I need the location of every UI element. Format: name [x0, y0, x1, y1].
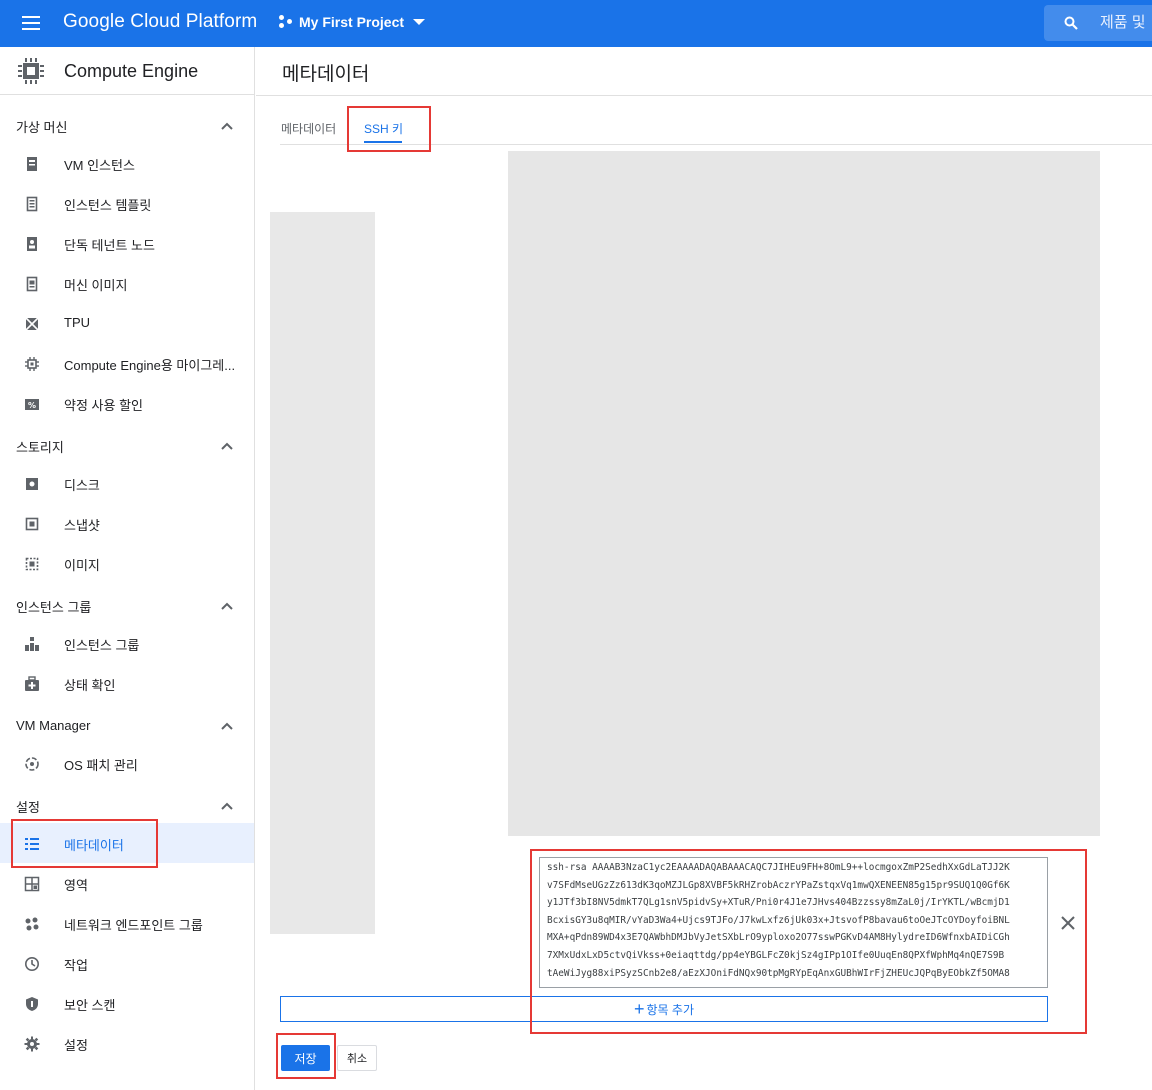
sidebar-item-images[interactable]: 이미지: [0, 543, 254, 583]
sidebar-item-label: 인스턴스 그룹: [64, 638, 140, 653]
sidebar-item-label: 머신 이미지: [64, 278, 128, 293]
tab-ssh-keys[interactable]: SSH 키: [364, 120, 403, 137]
discount-icon: %: [25, 399, 39, 410]
sidebar-item-label: OS 패치 관리: [64, 758, 138, 773]
sidebar: Compute Engine 가상 머신 VM 인스턴스 인스턴스 템플릿 단독…: [0, 47, 255, 1090]
add-item-button[interactable]: + 항목 추가: [280, 996, 1048, 1022]
vm-instance-icon: [27, 157, 37, 171]
sidebar-item-committed-use-discounts[interactable]: % 약정 사용 할인: [0, 383, 254, 423]
tab-divider: [280, 144, 1152, 145]
machine-image-icon: [26, 276, 38, 292]
sidebar-item-instance-templates[interactable]: 인스턴스 템플릿: [0, 183, 254, 223]
active-tab-indicator: [364, 141, 402, 143]
sidebar-item-migrate[interactable]: Compute Engine용 마이그레...: [0, 343, 254, 383]
project-name: My First Project: [299, 14, 405, 30]
sidebar-item-instance-groups[interactable]: 인스턴스 그룹: [0, 623, 254, 663]
chevron-up-icon[interactable]: [220, 441, 234, 451]
chevron-up-icon[interactable]: [220, 721, 234, 731]
section-title-virtual-machines: 가상 머신: [16, 120, 68, 135]
brand-title[interactable]: Google Cloud Platform: [63, 11, 257, 33]
redacted-region-left: [270, 212, 375, 934]
caret-down-icon: [413, 19, 426, 25]
shield-icon: [26, 997, 38, 1011]
hamburger-menu-icon[interactable]: [20, 13, 42, 33]
sidebar-item-disks[interactable]: 디스크: [0, 463, 254, 503]
compute-chip-icon: [18, 58, 44, 84]
network-endpoint-icon: [25, 917, 39, 931]
sidebar-item-vm-instances[interactable]: VM 인스턴스: [0, 143, 254, 183]
sidebar-item-label: VM 인스턴스: [64, 158, 135, 173]
clock-icon: [25, 957, 39, 971]
section-title-vm-manager: VM Manager: [16, 718, 91, 733]
sidebar-item-label: 네트워크 엔드포인트 그룹: [64, 918, 203, 933]
snapshot-icon: [25, 517, 39, 531]
sidebar-item-label: 이미지: [64, 558, 100, 573]
sidebar-item-machine-images[interactable]: 머신 이미지: [0, 263, 254, 303]
section-title-storage: 스토리지: [16, 440, 64, 455]
disk-icon: [26, 478, 38, 490]
ssh-key-textarea[interactable]: [539, 857, 1048, 988]
sidebar-item-label: 스냅샷: [64, 518, 100, 533]
search-icon: [1064, 16, 1078, 30]
plus-icon: +: [633, 999, 645, 1019]
chevron-up-icon[interactable]: [220, 801, 234, 811]
sidebar-item-settings[interactable]: 설정: [0, 1023, 254, 1063]
sidebar-item-label: Compute Engine용 마이그레...: [64, 358, 236, 373]
sidebar-item-operations[interactable]: 작업: [0, 943, 254, 983]
add-item-label: 항목 추가: [646, 1002, 695, 1017]
tpu-icon: [25, 317, 39, 331]
image-icon: [25, 557, 39, 571]
section-title-instance-groups: 인스턴스 그룹: [16, 600, 92, 615]
chevron-up-icon[interactable]: [220, 601, 234, 611]
section-title-settings: 설정: [16, 800, 40, 815]
sidebar-item-metadata[interactable]: 메타데이터: [0, 823, 254, 863]
migrate-icon: [25, 357, 39, 371]
sidebar-item-security-scans[interactable]: 보안 스캔: [0, 983, 254, 1023]
sidebar-item-label: 보안 스캔: [64, 998, 116, 1013]
product-header: Compute Engine: [0, 47, 254, 95]
project-dots-icon: [278, 14, 294, 30]
close-icon[interactable]: [1060, 915, 1076, 931]
metadata-list-icon: [25, 838, 39, 850]
tab-metadata[interactable]: 메타데이터: [281, 120, 336, 137]
sidebar-item-zones[interactable]: 영역: [0, 863, 254, 903]
search-input[interactable]: [1100, 12, 1152, 32]
sidebar-item-network-endpoint-groups[interactable]: 네트워크 엔드포인트 그룹: [0, 903, 254, 943]
save-button[interactable]: 저장: [281, 1045, 330, 1071]
os-patch-icon: [25, 757, 39, 771]
sidebar-item-label: 영역: [64, 878, 88, 893]
sidebar-item-os-patch-management[interactable]: OS 패치 관리: [0, 743, 254, 783]
sidebar-item-label: TPU: [64, 315, 90, 330]
product-title: Compute Engine: [64, 61, 199, 81]
redacted-region-right: [508, 151, 1100, 836]
zones-icon: [24, 876, 40, 892]
sidebar-item-label: 약정 사용 할인: [64, 398, 143, 413]
project-selector[interactable]: My First Project: [278, 14, 426, 30]
sidebar-item-label: 설정: [64, 1038, 88, 1053]
sidebar-item-sole-tenant-nodes[interactable]: 단독 테넌트 노드: [0, 223, 254, 263]
template-icon: [26, 196, 38, 212]
health-check-icon: [25, 676, 39, 691]
sidebar-item-label: 인스턴스 템플릿: [64, 198, 152, 213]
page-title: 메타데이터: [282, 64, 370, 85]
instance-group-icon: [25, 637, 39, 651]
sidebar-item-snapshots[interactable]: 스냅샷: [0, 503, 254, 543]
svg-text:%: %: [28, 401, 36, 410]
gear-icon: [24, 1036, 40, 1052]
sidebar-item-label: 작업: [64, 958, 88, 973]
page-header: 메타데이터: [256, 47, 1152, 96]
cancel-button[interactable]: 취소: [337, 1045, 377, 1071]
sidebar-item-label: 디스크: [64, 478, 100, 493]
sidebar-item-label: 단독 테넌트 노드: [64, 238, 155, 253]
sole-tenant-icon: [27, 237, 37, 251]
sidebar-item-label: 메타데이터: [64, 838, 124, 853]
top-app-bar: Google Cloud Platform My First Project: [0, 0, 1152, 47]
sidebar-item-health-checks[interactable]: 상태 확인: [0, 663, 254, 703]
chevron-up-icon[interactable]: [220, 121, 234, 131]
sidebar-item-label: 상태 확인: [64, 678, 116, 693]
sidebar-item-tpu[interactable]: TPU: [0, 303, 254, 343]
search-box[interactable]: [1044, 5, 1152, 41]
